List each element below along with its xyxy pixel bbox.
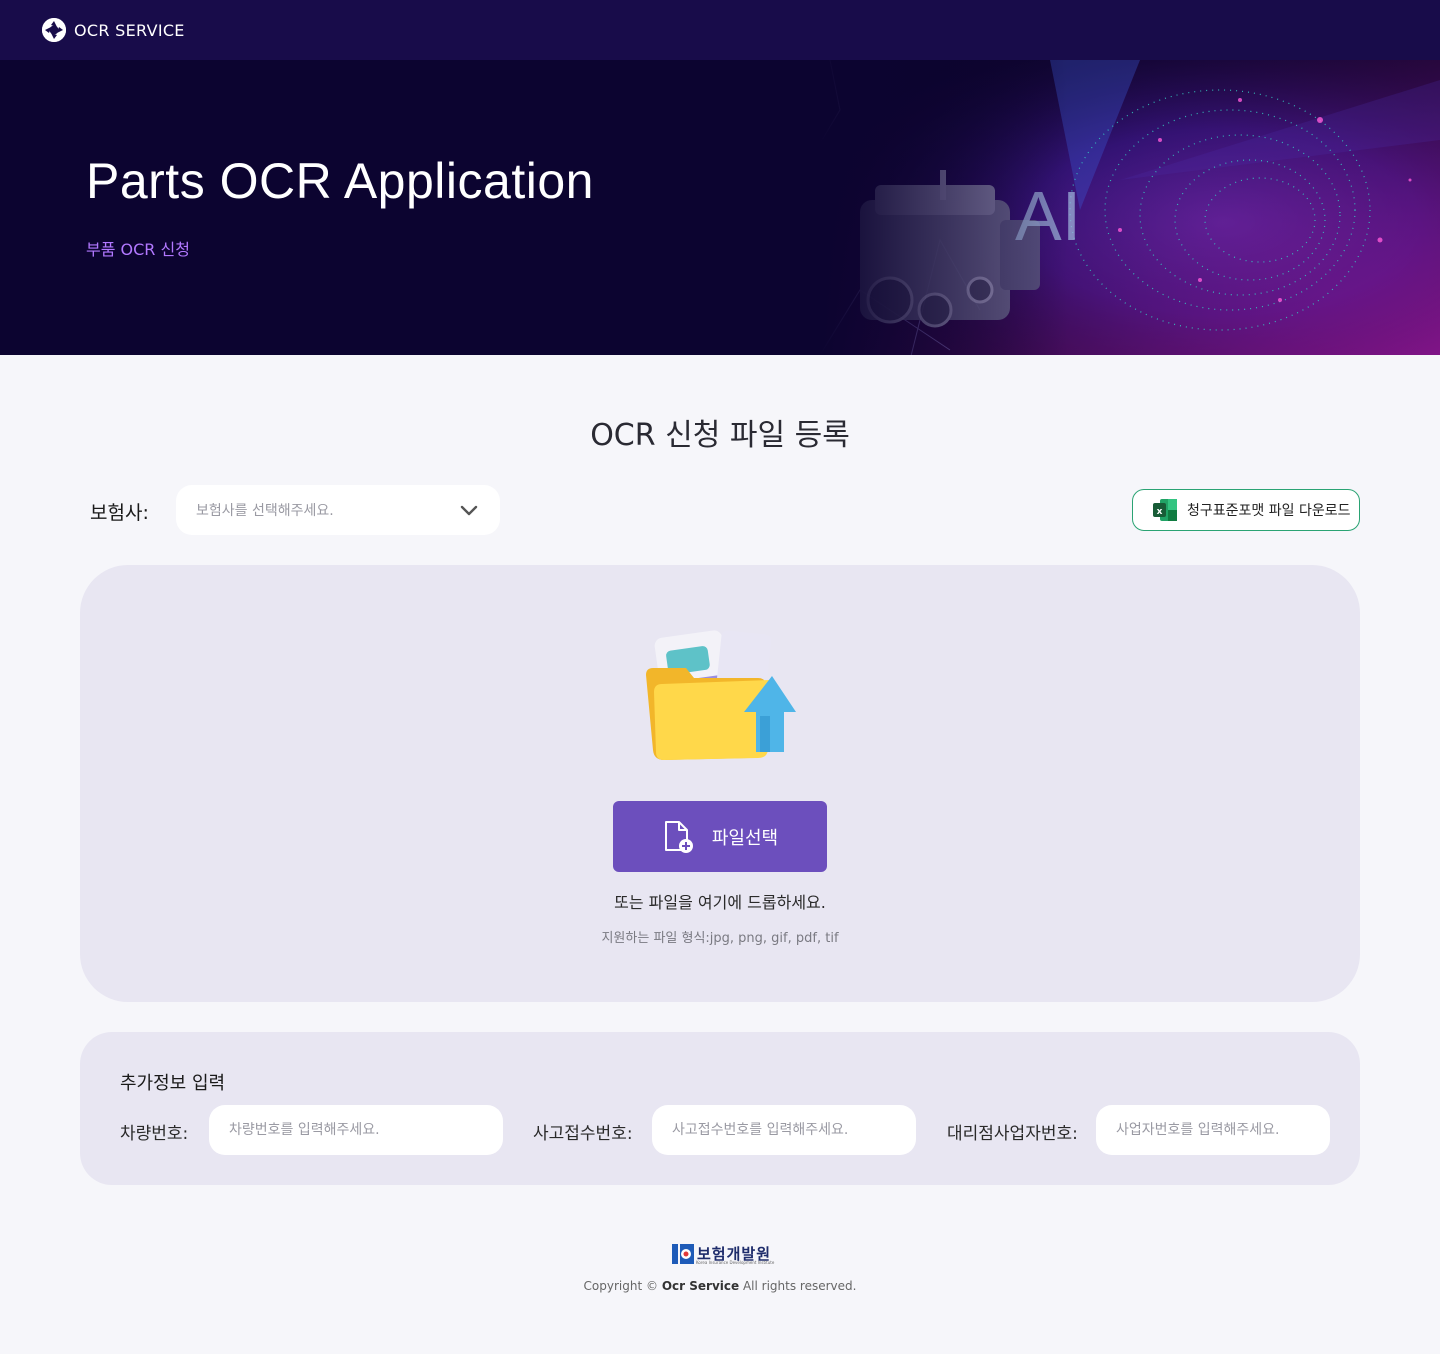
hero-subtitle: 부품 OCR 신청: [86, 240, 190, 259]
svg-text:x: x: [1157, 507, 1163, 517]
insurer-label: 보험사:: [90, 502, 149, 524]
accident-number-input[interactable]: [652, 1105, 916, 1155]
copyright-text: Copyright © Ocr Service All rights reser…: [0, 1279, 1440, 1293]
drop-instruction: 또는 파일을 여기에 드롭하세요.: [614, 893, 826, 912]
section-title: OCR 신청 파일 등록: [590, 418, 850, 453]
footer-org-tagline: Korea Insurance Development Institute: [696, 1260, 775, 1265]
hero-banner: AI Parts OCR Application 부품 OCR 신청: [0, 60, 1440, 355]
file-select-button[interactable]: 파일선택: [613, 801, 827, 872]
brand-name: OCR SERVICE: [74, 20, 185, 40]
extra-info-title: 추가정보 입력: [120, 1073, 226, 1094]
copyright-prefix: Copyright ©: [583, 1279, 658, 1293]
top-nav: OCR SERVICE: [0, 0, 1440, 60]
file-select-label: 파일선택: [711, 827, 779, 849]
vehicle-number-input[interactable]: [209, 1105, 503, 1155]
copyright-suffix: All rights reserved.: [742, 1279, 857, 1293]
insurer-select-placeholder: 보험사를 선택해주세요.: [196, 503, 334, 519]
excel-download-button[interactable]: x 청구표준포맷 파일 다운로드: [1132, 489, 1360, 531]
vehicle-number-label: 차량번호:: [120, 1124, 189, 1144]
excel-icon: x: [1153, 499, 1177, 521]
brand-logo[interactable]: OCR SERVICE: [42, 18, 185, 42]
folder-upload-icon: [646, 630, 796, 760]
copyright-brand: Ocr Service: [661, 1279, 740, 1293]
file-add-icon: [664, 820, 693, 853]
accident-number-label: 사고접수번호:: [533, 1124, 633, 1144]
agency-business-number-input[interactable]: [1096, 1105, 1330, 1155]
excel-download-label: 청구표준포맷 파일 다운로드: [1187, 503, 1351, 519]
hero-ai-engine-art: AI: [820, 60, 1440, 355]
chevron-down-icon: [460, 505, 478, 516]
insurer-select[interactable]: 보험사를 선택해주세요.: [176, 485, 500, 535]
footer-org-logo: 보험개발원 Korea Insurance Development Instit…: [672, 1243, 775, 1265]
hero-title: Parts OCR Application: [86, 153, 594, 209]
agency-business-number-label: 대리점사업자번호:: [947, 1124, 1078, 1144]
kidi-logo-icon: [672, 1243, 694, 1264]
supported-formats: 지원하는 파일 형식:jpg, png, gif, pdf, tif: [601, 931, 839, 946]
aperture-icon: [42, 18, 66, 42]
